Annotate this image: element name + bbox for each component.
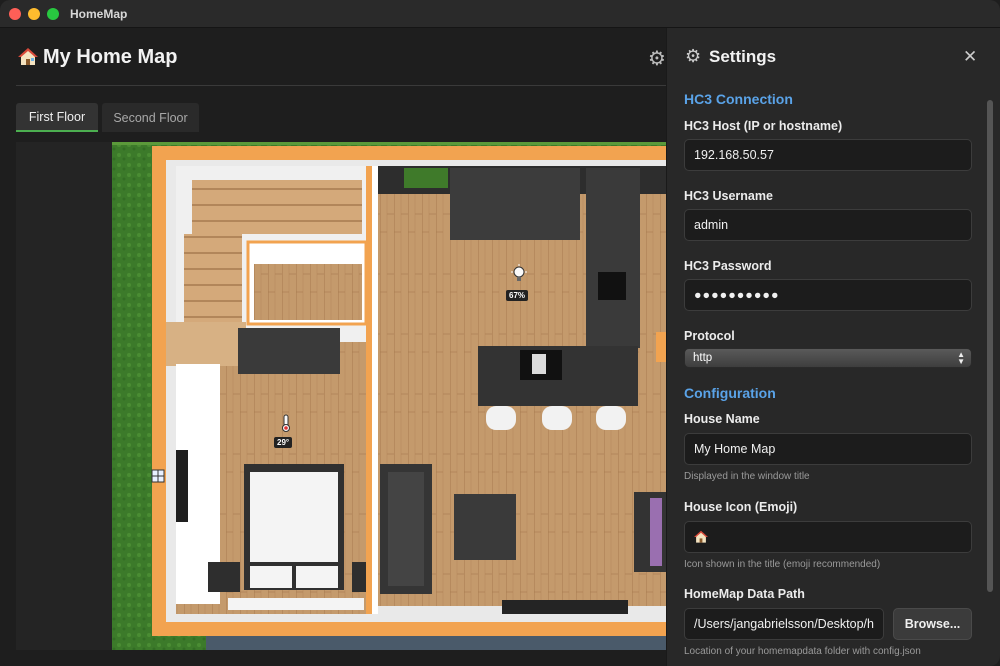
page-title: My Home Map (43, 46, 178, 68)
house-icon (18, 48, 38, 65)
app-window: HomeMap My Home Map ⚙ First Floor Second… (0, 0, 1000, 666)
house-icon-input[interactable] (684, 521, 972, 553)
section-configuration: Configuration (684, 385, 776, 401)
window-minimize-button[interactable] (28, 8, 40, 20)
header-divider (16, 85, 666, 86)
section-hc3-connection: HC3 Connection (684, 91, 793, 107)
gear-icon[interactable]: ⚙ (648, 46, 666, 71)
tab-second-floor[interactable]: Second Floor (102, 103, 199, 132)
window-titlebar: HomeMap (0, 0, 1000, 28)
data-path-help: Location of your homemapdata folder with… (684, 646, 921, 657)
host-input[interactable] (684, 139, 972, 171)
light-level-label: 67% (506, 290, 529, 301)
gear-icon: ⚙ (685, 46, 702, 66)
window-icon (151, 469, 165, 483)
house-icon-help: Icon shown in the title (emoji recommend… (684, 559, 881, 570)
data-path-label: HomeMap Data Path (684, 587, 805, 601)
house-name-help: Displayed in the window title (684, 471, 810, 482)
password-input[interactable] (684, 279, 972, 311)
data-path-input[interactable] (684, 608, 884, 640)
settings-header: ⚙ Settings ✕ (667, 28, 1000, 86)
light-device[interactable]: 67% (504, 264, 534, 302)
username-input[interactable] (684, 209, 972, 241)
password-label: HC3 Password (684, 259, 772, 273)
settings-panel: ⚙ Settings ✕ HC3 Connection HC3 Host (IP… (666, 28, 1000, 666)
floor-plan-map: 67% 29° (16, 142, 666, 650)
temperature-label: 29° (274, 437, 293, 448)
window-close-button[interactable] (9, 8, 21, 20)
protocol-select[interactable]: http ▲ ▼ (684, 348, 972, 368)
settings-title: Settings (709, 47, 777, 66)
lightbulb-icon (511, 264, 527, 281)
window-device[interactable] (151, 468, 165, 484)
window-title: HomeMap (70, 7, 128, 21)
floor-plan-image (16, 142, 666, 650)
tab-first-floor[interactable]: First Floor (16, 103, 98, 132)
house-name-input[interactable] (684, 433, 972, 465)
select-arrows-icon: ▲ ▼ (957, 350, 965, 366)
settings-scrollbar[interactable] (987, 100, 993, 592)
window-maximize-button[interactable] (47, 8, 59, 20)
protocol-value: http (693, 352, 713, 364)
temperature-device[interactable]: 29° (273, 413, 299, 449)
browse-button[interactable]: Browse... (893, 608, 972, 640)
house-icon-label: House Icon (Emoji) (684, 500, 798, 514)
house-icon (694, 530, 708, 543)
protocol-label: Protocol (684, 329, 735, 343)
username-label: HC3 Username (684, 189, 773, 203)
close-icon[interactable]: ✕ (963, 47, 977, 67)
house-name-label: House Name (684, 412, 760, 426)
host-label: HC3 Host (IP or hostname) (684, 119, 843, 133)
thermometer-icon (282, 414, 290, 432)
